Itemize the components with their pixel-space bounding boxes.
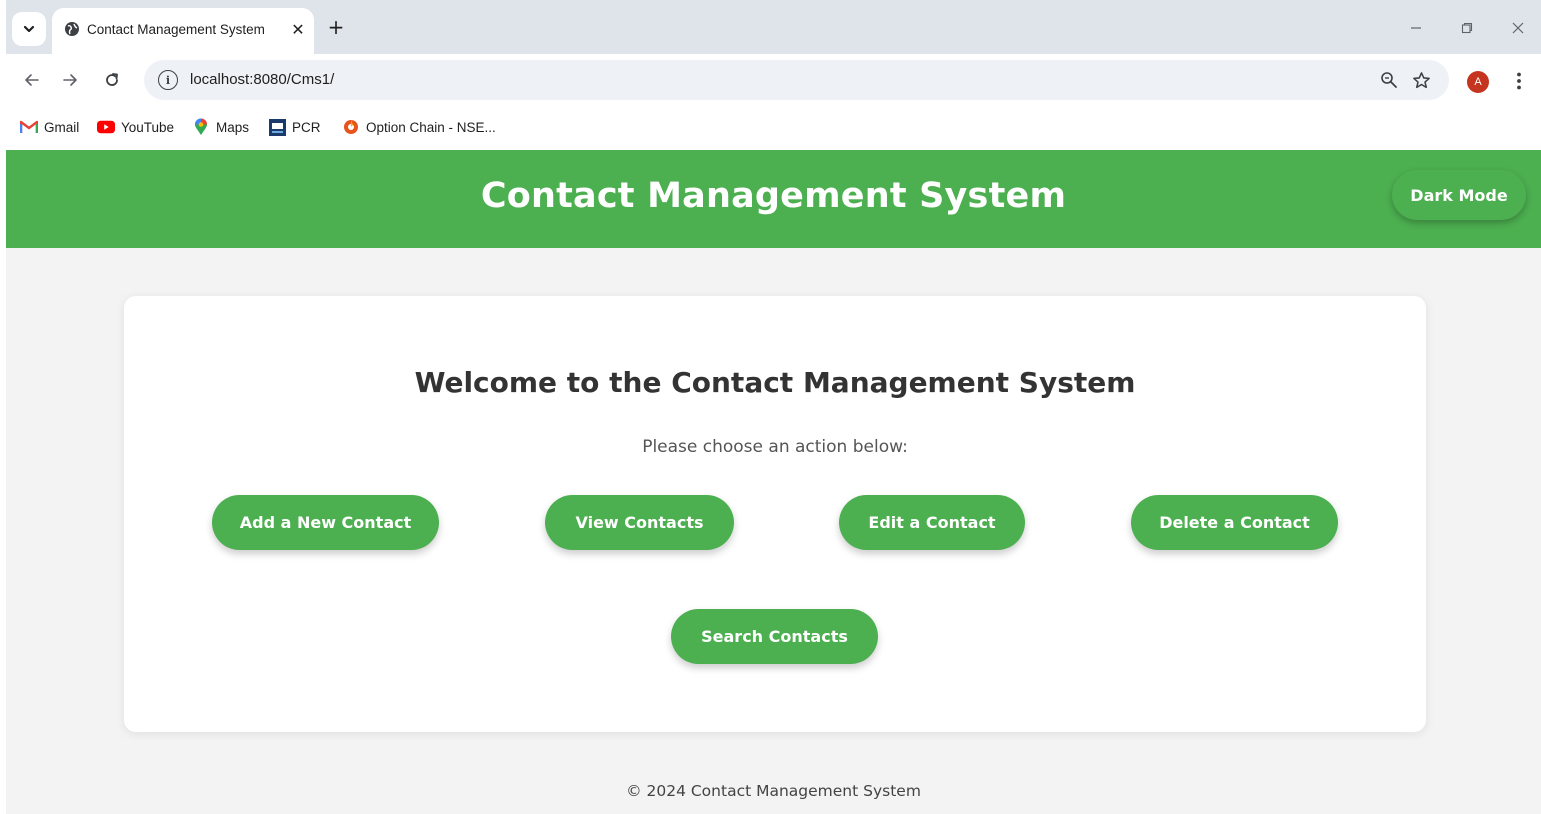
search-contacts-button[interactable]: Search Contacts	[671, 609, 878, 664]
bookmark-label: Option Chain - NSE...	[366, 119, 496, 135]
site-info-icon[interactable]: i	[158, 70, 178, 90]
forward-icon[interactable]	[56, 66, 84, 94]
bookmark-pcr[interactable]: PCR	[268, 116, 321, 138]
browser-chrome: Contact Management System ✕ + i localhos…	[6, 0, 1541, 150]
page-viewport: Contact Management System Dark Mode Welc…	[6, 150, 1541, 814]
chevron-down-icon	[23, 25, 35, 33]
option-chain-icon	[342, 118, 360, 136]
youtube-icon	[97, 118, 115, 136]
new-tab-icon[interactable]: +	[324, 15, 348, 39]
bookmark-youtube[interactable]: YouTube	[97, 116, 174, 138]
tab-search-button[interactable]	[12, 12, 46, 46]
restore-icon[interactable]	[1455, 16, 1479, 40]
bookmark-label: Gmail	[44, 119, 80, 135]
address-bar[interactable]: i localhost:8080/Cms1/	[144, 60, 1449, 100]
bookmark-star-icon[interactable]	[1409, 68, 1433, 92]
edit-contact-button[interactable]: Edit a Contact	[839, 495, 1025, 550]
welcome-heading: Welcome to the Contact Management System	[414, 366, 1136, 399]
profile-avatar[interactable]: A	[1467, 71, 1489, 93]
main-card: Welcome to the Contact Management System…	[124, 296, 1426, 732]
bookmark-maps[interactable]: Maps	[192, 116, 249, 138]
url-text[interactable]: localhost:8080/Cms1/	[190, 71, 334, 88]
bookmark-option-chain[interactable]: Option Chain - NSE...	[342, 116, 496, 138]
active-tab[interactable]: Contact Management System ✕	[52, 8, 314, 54]
add-contact-button[interactable]: Add a New Contact	[212, 495, 439, 550]
close-window-icon[interactable]	[1506, 16, 1530, 40]
pcr-icon	[268, 118, 286, 136]
app-header: Contact Management System Dark Mode	[6, 150, 1541, 248]
reload-icon[interactable]	[98, 66, 126, 94]
bookmark-gmail[interactable]: Gmail	[20, 116, 79, 138]
tab-strip: Contact Management System ✕ +	[6, 0, 1541, 54]
bookmark-label: PCR	[292, 119, 321, 135]
subtitle: Please choose an action below:	[642, 437, 908, 457]
gmail-icon	[20, 118, 38, 136]
footer-text: © 2024 Contact Management System	[626, 782, 921, 800]
app-title: Contact Management System	[480, 176, 1067, 216]
globe-icon	[65, 22, 79, 36]
bookmark-label: Maps	[216, 119, 250, 135]
dark-mode-button[interactable]: Dark Mode	[1392, 170, 1526, 220]
delete-contact-button[interactable]: Delete a Contact	[1131, 495, 1338, 550]
back-icon[interactable]	[18, 66, 46, 94]
tab-title: Contact Management System	[87, 22, 265, 37]
browser-toolbar: i localhost:8080/Cms1/ A	[6, 54, 1541, 106]
close-tab-icon[interactable]: ✕	[287, 18, 309, 40]
more-menu-icon[interactable]	[1509, 68, 1529, 94]
zoom-icon[interactable]	[1377, 68, 1401, 92]
maps-icon	[192, 118, 210, 136]
view-contacts-button[interactable]: View Contacts	[545, 495, 734, 550]
minimize-icon[interactable]	[1404, 16, 1428, 40]
bookmarks-bar: Gmail YouTube Maps PCR Option Chain - NS…	[6, 106, 1541, 150]
bookmark-label: YouTube	[121, 119, 175, 135]
